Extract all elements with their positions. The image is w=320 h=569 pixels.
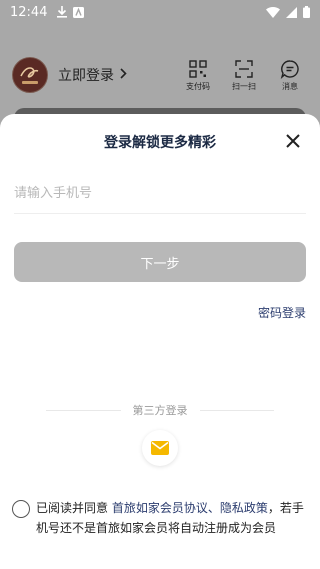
scan-icon — [235, 59, 253, 78]
sheet-title: 登录解锁更多精彩 — [104, 135, 216, 151]
avatar[interactable] — [12, 57, 48, 93]
phone-input[interactable] — [14, 174, 306, 214]
close-icon — [286, 134, 300, 148]
scan-label: 扫一扫 — [232, 81, 256, 91]
battery-icon — [303, 3, 310, 22]
agreement-prefix: 已阅读并同意 — [36, 501, 112, 515]
privacy-policy-link[interactable]: 隐私政策 — [220, 501, 268, 515]
message-icon — [280, 59, 299, 79]
app-header: 立即登录 支付码 扫一扫 消息 — [0, 52, 320, 98]
status-indicators — [266, 3, 310, 22]
status-notifications — [57, 3, 85, 22]
wifi-icon — [266, 3, 280, 22]
mail-icon — [151, 441, 169, 455]
next-step-button[interactable]: 下一步 — [14, 242, 306, 282]
message-label: 消息 — [282, 81, 298, 91]
email-login-button[interactable] — [142, 430, 178, 466]
divider-line — [199, 409, 274, 411]
agreement-text: 已阅读并同意 首旅如家会员协议、隐私政策，若手机号还不是首旅如家会员将自动注册成… — [36, 498, 312, 538]
password-login-link[interactable]: 密码登录 — [258, 304, 306, 321]
third-party-label: 第三方登录 — [132, 404, 188, 417]
status-time: 12:44 — [10, 4, 48, 20]
notification-app-icon — [73, 3, 85, 22]
member-agreement-link[interactable]: 首旅如家会员协议 — [112, 501, 208, 515]
qr-code-icon — [189, 59, 207, 78]
header-actions: 支付码 扫一扫 消息 — [180, 59, 308, 92]
message-button[interactable]: 消息 — [272, 59, 308, 92]
pay-code-button[interactable]: 支付码 — [180, 59, 216, 92]
login-link[interactable]: 立即登录 — [58, 65, 127, 85]
brand-logo-icon — [20, 67, 39, 84]
agreement-radio[interactable] — [12, 500, 30, 518]
third-party-divider: 第三方登录 — [46, 402, 274, 418]
login-sheet: 登录解锁更多精彩 下一步 密码登录 第三方登录 已阅读并同意 首旅如家会员协议、… — [0, 114, 320, 569]
chevron-right-icon — [120, 67, 127, 83]
agreement-row: 已阅读并同意 首旅如家会员协议、隐私政策，若手机号还不是首旅如家会员将自动注册成… — [12, 498, 312, 538]
login-link-label: 立即登录 — [58, 68, 114, 84]
download-icon — [57, 3, 68, 22]
signal-icon — [286, 3, 297, 22]
scan-button[interactable]: 扫一扫 — [226, 59, 262, 92]
pay-code-label: 支付码 — [186, 81, 210, 91]
divider-line — [46, 409, 121, 411]
close-button[interactable] — [284, 132, 302, 150]
status-bar: 12:44 — [0, 0, 320, 24]
agreement-separator: 、 — [207, 501, 220, 515]
